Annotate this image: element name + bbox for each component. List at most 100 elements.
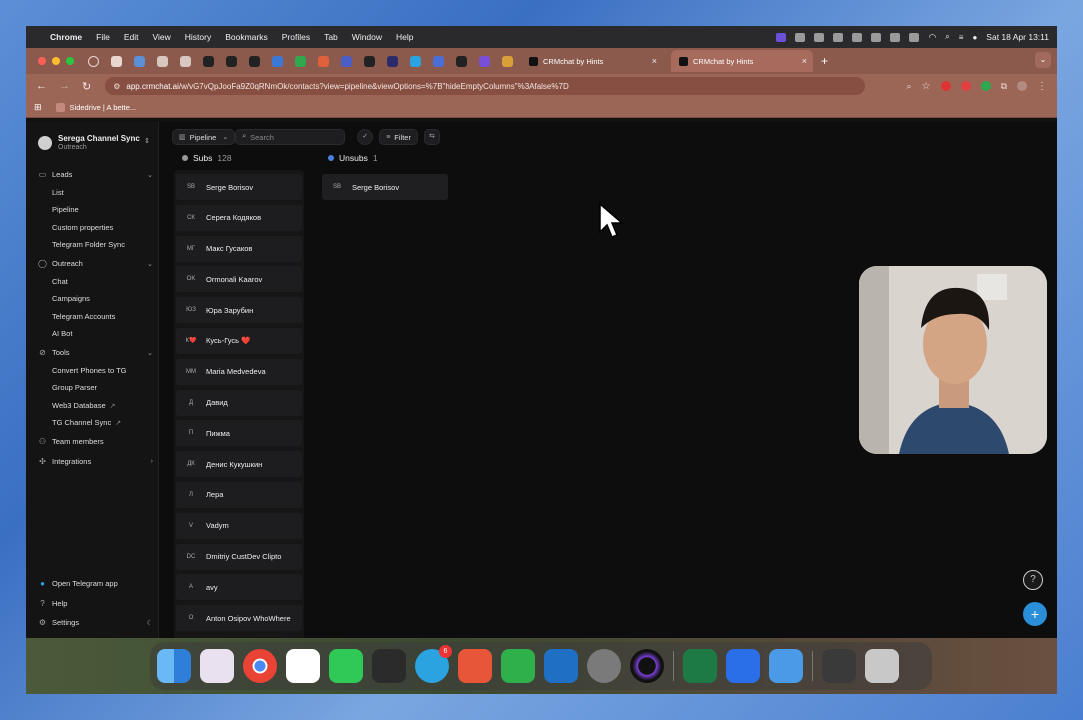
- system-settings-icon[interactable]: [587, 649, 621, 683]
- extension-icon[interactable]: [940, 81, 951, 91]
- pinned-tab-icon[interactable]: [226, 55, 237, 67]
- app-icon[interactable]: [458, 649, 492, 683]
- pinned-tab-icon[interactable]: [479, 55, 490, 67]
- app-icon[interactable]: [630, 649, 664, 683]
- open-telegram-app-link[interactable]: ● Open Telegram app: [38, 579, 153, 588]
- menu-window[interactable]: Window: [352, 32, 382, 42]
- sort-button[interactable]: ⇆: [423, 129, 440, 145]
- pinned-tab-icon[interactable]: [272, 55, 283, 67]
- contact-card[interactable]: MM Maria Medvedeva: [176, 358, 302, 385]
- sidebar-section-outreach[interactable]: ◯ Outreach ⌄: [38, 259, 153, 268]
- help-circle-icon[interactable]: ?: [1023, 570, 1043, 590]
- sidebar-item-help[interactable]: ? Help: [38, 599, 153, 608]
- slack-tab-icon[interactable]: [502, 55, 513, 67]
- contact-card[interactable]: ЮЗ Юра Зарубин: [176, 297, 302, 324]
- finder-icon[interactable]: [157, 649, 191, 683]
- excel-icon[interactable]: [683, 649, 717, 683]
- pinned-tab-icon[interactable]: [387, 55, 398, 67]
- github-tab-icon[interactable]: [249, 55, 260, 67]
- sidebar-section-leads[interactable]: ▭ Leads ⌄: [38, 170, 153, 179]
- add-fab-button[interactable]: +: [1023, 602, 1047, 626]
- zoom-window-icon[interactable]: [66, 57, 74, 65]
- browser-tab[interactable]: CRMchat by Hints ×: [521, 50, 663, 72]
- tasks-icon[interactable]: [286, 649, 320, 683]
- extensions-puzzle-icon[interactable]: ⧉: [1001, 81, 1007, 92]
- control-center-icon[interactable]: ≡: [959, 33, 964, 42]
- pinned-tab-icon[interactable]: [341, 55, 352, 67]
- close-window-icon[interactable]: [38, 57, 46, 65]
- contact-card[interactable]: V Vadym: [176, 512, 302, 539]
- sidebar-item-campaigns[interactable]: Campaigns: [52, 294, 90, 303]
- trash-icon[interactable]: [865, 649, 899, 683]
- chrome-icon[interactable]: [243, 649, 277, 683]
- contact-card[interactable]: SB Serge Borisov: [176, 174, 302, 200]
- back-icon[interactable]: ←: [36, 80, 47, 93]
- status-icon[interactable]: [833, 32, 844, 42]
- siri-icon[interactable]: ●: [972, 33, 977, 42]
- search-icon[interactable]: ⌕: [945, 32, 949, 42]
- sidebar-item-settings[interactable]: ⚙ Settings ☾: [38, 618, 153, 627]
- contact-card[interactable]: СК Серега Кодяков: [176, 204, 302, 231]
- telegram-tab-icon[interactable]: [410, 55, 421, 67]
- sidebar-item-web3-database[interactable]: Web3 Database ↗: [52, 401, 116, 410]
- profile-avatar[interactable]: [1017, 81, 1027, 91]
- pinned-tab-icon[interactable]: [433, 55, 444, 67]
- contact-card[interactable]: SB Serge Borisov: [322, 174, 448, 200]
- search-input[interactable]: ⌕ Search: [235, 129, 346, 145]
- pinned-tab-icon[interactable]: [180, 55, 191, 67]
- forward-icon[interactable]: →: [59, 80, 70, 93]
- menu-bookmarks[interactable]: Bookmarks: [225, 32, 268, 42]
- app-icon[interactable]: [726, 649, 760, 683]
- sidebar-item-telegram-folder-sync[interactable]: Telegram Folder Sync: [52, 240, 125, 249]
- pinned-tab-icon[interactable]: [157, 55, 168, 67]
- menu-edit[interactable]: Edit: [124, 32, 139, 42]
- wifi-icon[interactable]: ◠: [928, 32, 936, 43]
- app-icon[interactable]: [372, 649, 406, 683]
- menu-view[interactable]: View: [152, 32, 170, 42]
- menu-app-name[interactable]: Chrome: [50, 32, 82, 42]
- sidebar-section-tools[interactable]: ⊘ Tools ⌄: [38, 348, 153, 357]
- loading-icon[interactable]: [88, 55, 99, 67]
- sidebar-item-integrations[interactable]: ✣ Integrations ›: [38, 457, 153, 466]
- app-icon[interactable]: [822, 649, 856, 683]
- check-circle-button[interactable]: ✓: [357, 129, 374, 145]
- reload-icon[interactable]: ↻: [82, 80, 91, 93]
- contact-card[interactable]: ДК Денис Кукушкин: [176, 451, 302, 478]
- tab-search-icon[interactable]: ⌄: [1035, 52, 1051, 68]
- zoom-icon[interactable]: ⌕: [907, 81, 912, 92]
- workspace-switcher[interactable]: Serega Channel Sync Outreach ⇕: [38, 134, 150, 151]
- chrome-menu-icon[interactable]: ⋮: [1037, 81, 1047, 92]
- bookmark-star-icon[interactable]: ☆: [922, 81, 931, 92]
- vscode-icon[interactable]: [544, 649, 578, 683]
- grammarly-extension-icon[interactable]: [980, 81, 991, 91]
- browser-tab-active[interactable]: CRMchat by Hints ×: [671, 50, 813, 72]
- contact-card[interactable]: МГ Макс Гусаков: [176, 235, 302, 262]
- address-bar[interactable]: ⚙ app.crmchat.ai /w/vG7vQpJooFa9Z0qRNmOk…: [105, 77, 866, 95]
- sidebar-item-group-parser[interactable]: Group Parser: [52, 383, 97, 392]
- menu-profiles[interactable]: Profiles: [282, 32, 310, 42]
- status-icon[interactable]: [814, 32, 825, 42]
- sidebar-item-custom-properties[interactable]: Custom properties: [52, 223, 113, 232]
- minimize-window-icon[interactable]: [52, 57, 60, 65]
- launchpad-icon[interactable]: [200, 649, 234, 683]
- close-tab-icon[interactable]: ×: [802, 56, 807, 66]
- contact-card[interactable]: O Anton Osipov WhoWhere: [176, 605, 302, 632]
- menu-history[interactable]: History: [185, 32, 211, 42]
- sidebar-item-list[interactable]: List: [52, 188, 64, 197]
- contact-card[interactable]: OK Ormonali Kaarov: [176, 266, 302, 293]
- apps-grid-icon[interactable]: ⊞: [34, 102, 42, 113]
- pinned-tab-icon[interactable]: [134, 55, 145, 67]
- site-info-icon[interactable]: ⚙: [113, 82, 120, 91]
- dark-mode-icon[interactable]: ☾: [147, 619, 153, 627]
- menu-tab[interactable]: Tab: [324, 32, 338, 42]
- view-selector[interactable]: ▥ Pipeline ⌄: [172, 129, 236, 145]
- sidebar-item-pipeline[interactable]: Pipeline: [52, 205, 79, 214]
- keyboard-input-icon[interactable]: [909, 32, 920, 42]
- facetime-icon[interactable]: [329, 649, 363, 683]
- menu-file[interactable]: File: [96, 32, 110, 42]
- menu-help[interactable]: Help: [396, 32, 413, 42]
- sidebar-item-convert-phones[interactable]: Convert Phones to TG: [52, 366, 126, 375]
- sheets-tab-icon[interactable]: [295, 55, 306, 67]
- contact-card[interactable]: Л Лера: [176, 481, 302, 508]
- contact-card[interactable]: Aavy: [176, 574, 302, 601]
